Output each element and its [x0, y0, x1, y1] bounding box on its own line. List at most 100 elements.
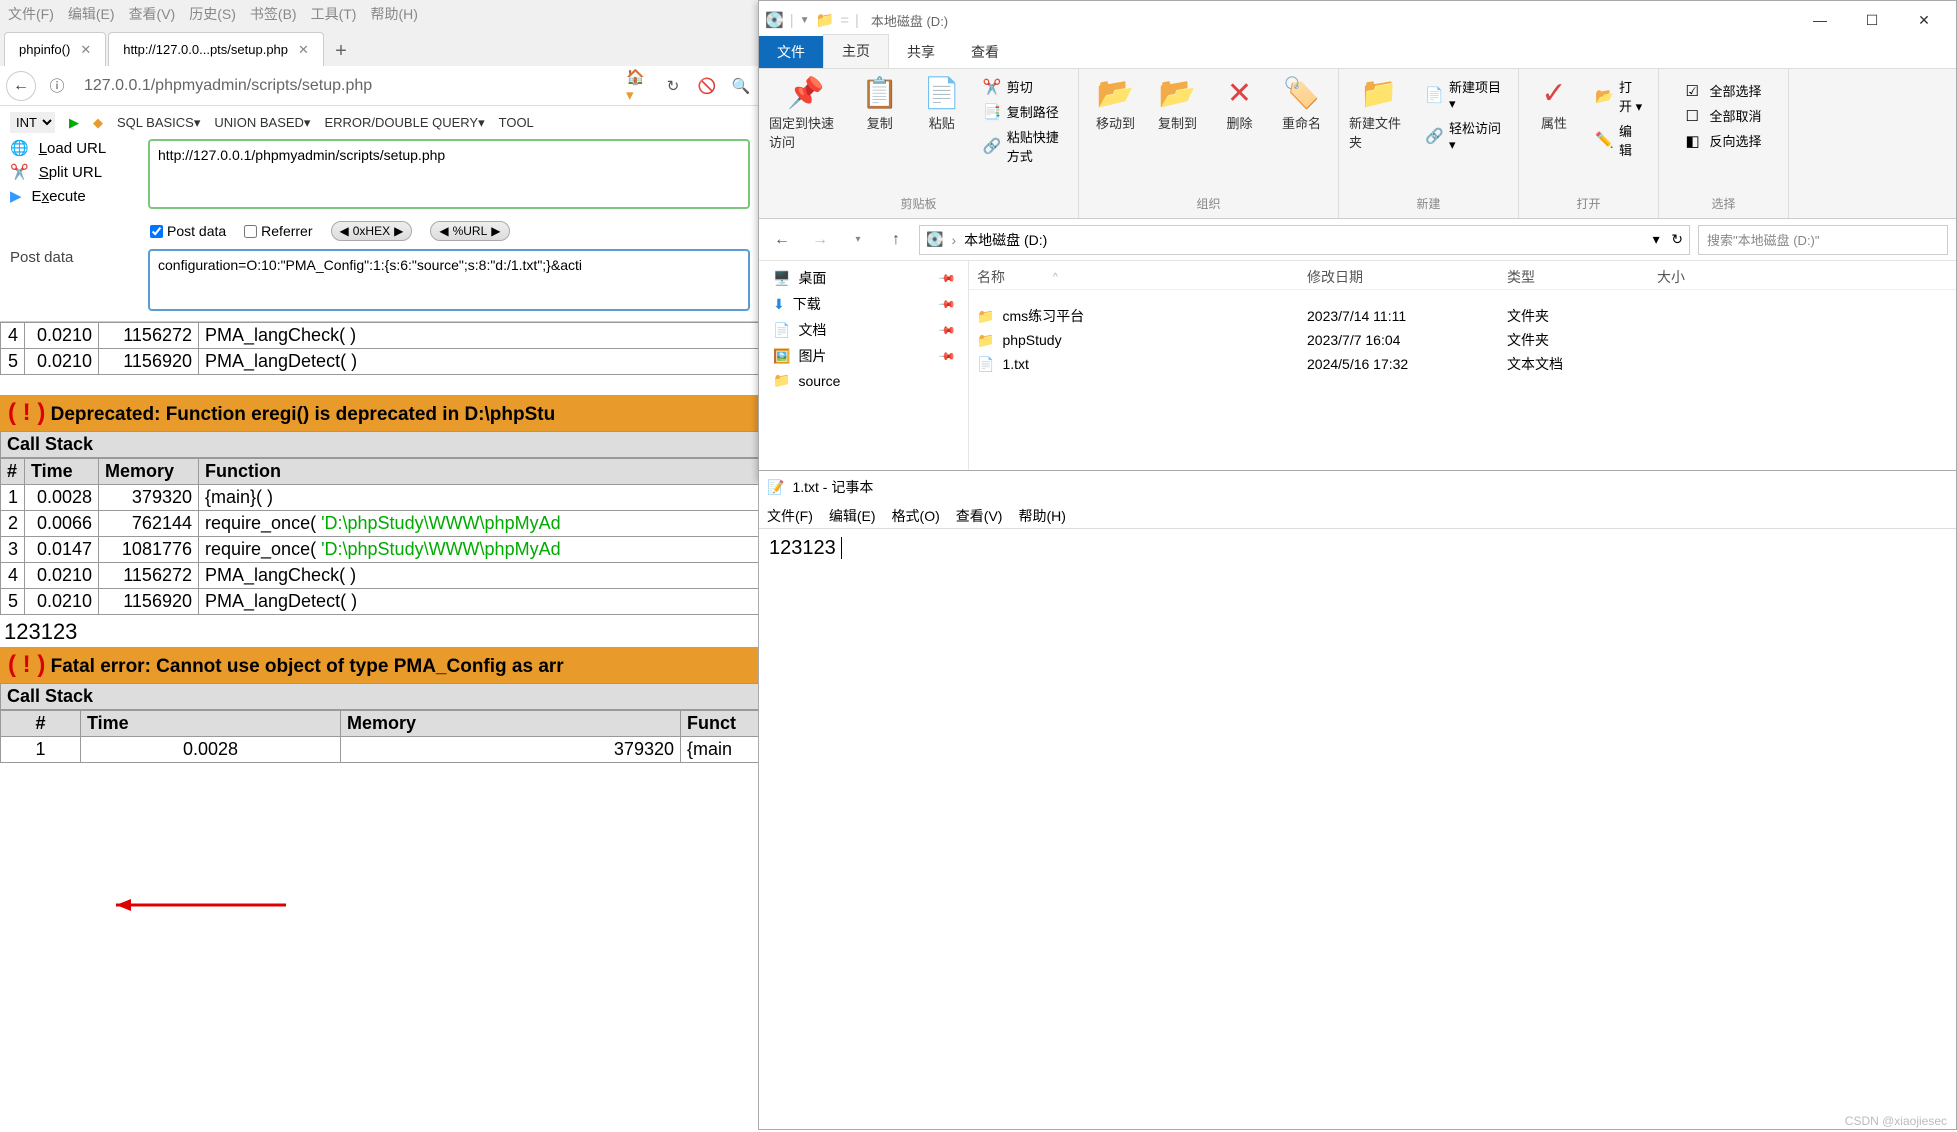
ribbon: 📌固定到快速访问 📋复制 📄粘贴 ✂️剪切 📑复制路径 🔗粘贴快捷方式 剪贴板 … [759, 69, 1956, 219]
folder-icon: 📁 [816, 11, 835, 29]
easyaccess-button[interactable]: 🔗轻松访问 ▾ [1421, 116, 1508, 155]
tree-documents[interactable]: 📄文档📌 [767, 317, 960, 343]
menu-help[interactable]: 帮助(H) [370, 4, 417, 24]
menu-edit[interactable]: 编辑(E) [829, 506, 876, 526]
new-tab-button[interactable]: + [326, 36, 356, 66]
history-button[interactable]: ▾ [843, 225, 873, 255]
moveto-icon: 📂 [1097, 75, 1134, 111]
edit-button[interactable]: ✏️编辑 [1591, 119, 1648, 161]
execute-button[interactable]: ▶Execute [10, 187, 140, 205]
home-icon[interactable]: 🏠▾ [626, 73, 652, 99]
chevron-down-icon[interactable]: ▼ [800, 15, 810, 26]
close-icon[interactable]: ✕ [80, 42, 91, 58]
list-item[interactable]: 📁phpStudy 2023/7/7 16:04 文件夹 [969, 328, 1956, 352]
noscript-icon[interactable]: 🚫 [694, 73, 720, 99]
back-button[interactable]: ← [767, 225, 797, 255]
minimize-button[interactable]: — [1794, 5, 1846, 35]
pasteshortcut-button[interactable]: 🔗粘贴快捷方式 [979, 125, 1068, 167]
callstack-label: Call Stack [0, 431, 760, 458]
list-item[interactable]: 📁cms练习平台 2023/7/14 11:11 文件夹 [969, 304, 1956, 328]
ribtab-share[interactable]: 共享 [889, 36, 953, 68]
info-icon[interactable]: ⓘ [44, 73, 70, 99]
ribtab-home[interactable]: 主页 [823, 34, 889, 68]
fatal-header: ( ! ) Fatal error: Cannot use object of … [0, 647, 760, 683]
search-input[interactable]: 搜索"本地磁盘 (D:)" [1698, 225, 1948, 255]
picture-icon: 🖼️ [773, 348, 790, 365]
delete-button[interactable]: ✕删除 [1215, 75, 1265, 132]
newfolder-button[interactable]: 📁新建文件夹 [1349, 75, 1409, 151]
encoding-select[interactable]: INT [10, 112, 55, 133]
close-button[interactable]: ✕ [1898, 5, 1950, 35]
maximize-button[interactable]: ☐ [1846, 5, 1898, 35]
copyto-button[interactable]: 📂复制到 [1153, 75, 1203, 132]
menu-view[interactable]: 查看(V) [129, 4, 176, 24]
copyto-icon: 📂 [1159, 75, 1196, 111]
newitem-button[interactable]: 📄新建项目 ▾ [1421, 75, 1508, 114]
moveto-button[interactable]: 📂移动到 [1091, 75, 1141, 132]
cut-button[interactable]: ✂️剪切 [979, 75, 1068, 98]
urlenc-button[interactable]: ◀ %URL ▶ [430, 221, 509, 241]
paste-button[interactable]: 📄粘贴 [917, 75, 967, 132]
pin-icon: 📌 [938, 347, 957, 366]
postdata-input[interactable]: configuration=O:10:"PMA_Config":1:{s:6:"… [148, 249, 750, 311]
tree-desktop[interactable]: 🖥️桌面📌 [767, 265, 960, 291]
menu-unionbased[interactable]: UNION BASED▾ [214, 115, 310, 131]
selectnone-button[interactable]: ☐全部取消 [1681, 104, 1765, 127]
postdata-checkbox[interactable]: Post data [150, 223, 226, 239]
breadcrumb[interactable]: 💽 › 本地磁盘 (D:) ▾ ↻ [919, 225, 1690, 255]
menu-sqlbasics[interactable]: SQL BASICS▾ [117, 115, 200, 131]
referrer-checkbox[interactable]: Referrer [244, 223, 312, 239]
tree-pictures[interactable]: 🖼️图片📌 [767, 343, 960, 369]
tree-source[interactable]: 📁source [767, 369, 960, 392]
copy-button[interactable]: 📋复制 [855, 75, 905, 132]
menu-file[interactable]: 文件(F) [8, 4, 54, 24]
postdata-label: Post data [10, 249, 140, 266]
list-item[interactable]: 📄1.txt 2024/5/16 17:32 文本文档 [969, 352, 1956, 376]
menu-tools[interactable]: TOOL [499, 115, 534, 130]
menu-errorquery[interactable]: ERROR/DOUBLE QUERY▾ [324, 115, 484, 131]
reload-icon[interactable]: ↻ [660, 73, 686, 99]
list-header[interactable]: 名称^ 修改日期 类型 大小 [969, 265, 1956, 290]
copypath-button[interactable]: 📑复制路径 [979, 100, 1068, 123]
ribtab-file[interactable]: 文件 [759, 36, 823, 68]
menu-view[interactable]: 查看(V) [956, 506, 1003, 526]
forward-button[interactable]: → [805, 225, 835, 255]
menu-edit[interactable]: 编辑(E) [68, 4, 115, 24]
newfolder-icon: 📁 [1360, 75, 1397, 111]
pin-button[interactable]: 📌固定到快速访问 [769, 75, 843, 151]
menu-tools[interactable]: 工具(T) [311, 4, 357, 24]
menu-format[interactable]: 格式(O) [892, 506, 940, 526]
notepad-content[interactable]: 123123 [759, 529, 1956, 566]
menu-history[interactable]: 历史(S) [189, 4, 236, 24]
play-icon[interactable]: ▶ [69, 115, 79, 131]
url-field[interactable]: 127.0.0.1/phpmyadmin/scripts/setup.php [78, 77, 618, 95]
hackbar-panel: INT ▶ ◆ SQL BASICS▾ UNION BASED▾ ERROR/D… [0, 106, 760, 322]
menu-help[interactable]: 帮助(H) [1018, 506, 1065, 526]
menu-file[interactable]: 文件(F) [767, 506, 813, 526]
chevron-right-icon[interactable]: › [951, 232, 956, 248]
invertsel-button[interactable]: ◧反向选择 [1681, 129, 1765, 152]
tab-setup[interactable]: http://127.0.0...pts/setup.php ✕ [108, 32, 324, 66]
load-url-button[interactable]: 🌐Load URL [10, 139, 140, 157]
properties-button[interactable]: ✓属性 [1529, 75, 1579, 132]
ribtab-view[interactable]: 查看 [953, 36, 1017, 68]
close-icon[interactable]: ✕ [298, 42, 309, 58]
copypath-icon: 📑 [983, 103, 1001, 121]
hex-button[interactable]: ◀ 0xHEX ▶ [331, 221, 413, 241]
menu-bookmarks[interactable]: 书签(B) [250, 4, 297, 24]
folder-icon: 📁 [977, 308, 994, 325]
split-url-button[interactable]: ✂️Split URL [10, 163, 140, 181]
watermark: CSDN @xiaojiesec [1845, 1114, 1947, 1128]
notepad-menubar: 文件(F) 编辑(E) 格式(O) 查看(V) 帮助(H) [759, 503, 1956, 529]
explorer-navbar: ← → ▾ ↑ 💽 › 本地磁盘 (D:) ▾ ↻ 搜索"本地磁盘 (D:)" [759, 219, 1956, 261]
search-icon[interactable]: 🔍 [728, 73, 754, 99]
hackbar-url-input[interactable]: http://127.0.0.1/phpmyadmin/scripts/setu… [148, 139, 750, 209]
selectall-button[interactable]: ☑全部选择 [1681, 79, 1765, 102]
rename-button[interactable]: 🏷️重命名 [1277, 75, 1327, 132]
tab-phpinfo[interactable]: phpinfo() ✕ [4, 32, 106, 66]
open-button[interactable]: 📂打开 ▾ [1591, 75, 1648, 117]
deprecated-header: ( ! ) Deprecated: Function eregi() is de… [0, 395, 760, 431]
tree-downloads[interactable]: ⬇下载📌 [767, 291, 960, 317]
up-button[interactable]: ↑ [881, 225, 911, 255]
back-button[interactable]: ← [6, 71, 36, 101]
